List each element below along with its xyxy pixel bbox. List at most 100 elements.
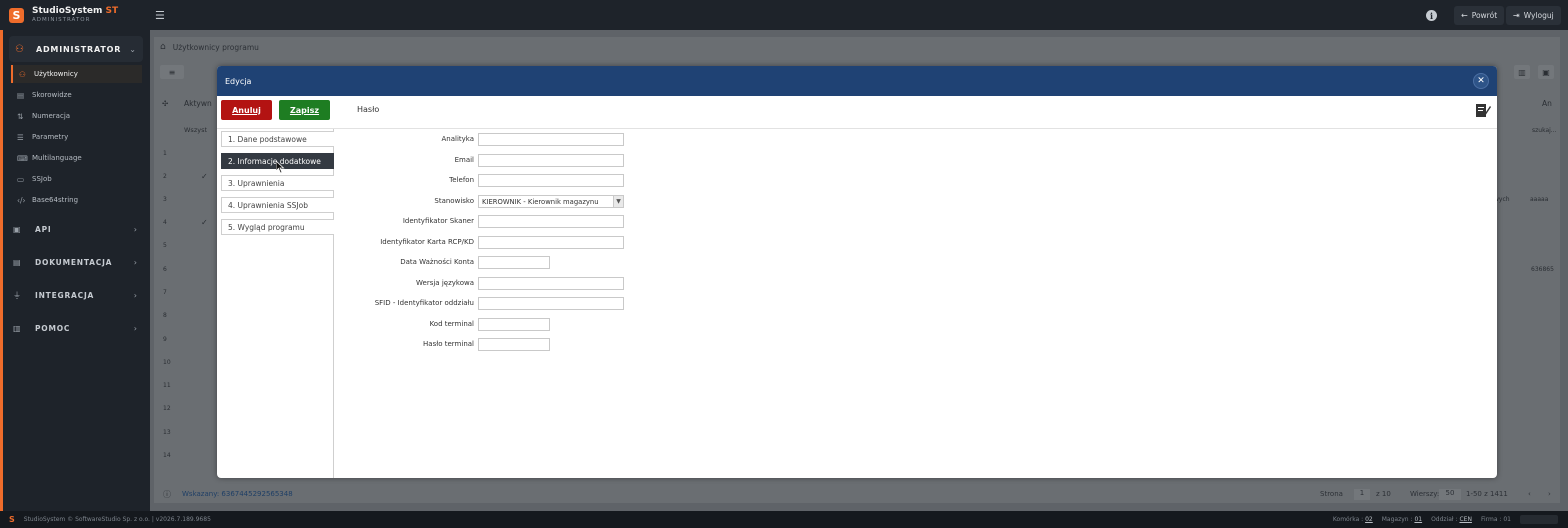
close-icon: ✕ xyxy=(1477,76,1485,86)
users-icon: ⚇ xyxy=(19,69,26,79)
tab-wyglad-programu[interactable]: 5. Wygląd programu xyxy=(221,219,334,235)
app-subtitle: ADMINISTRATOR xyxy=(32,16,91,23)
save-layout-icon[interactable]: ▣ xyxy=(1538,65,1554,79)
data-waznosci-input[interactable] xyxy=(478,256,550,269)
tab-list: 1. Dane podstawowe 2. Informacje dodatko… xyxy=(217,129,334,478)
arrow-left-icon: ← xyxy=(1461,11,1468,20)
sidebar-item-skorowidze[interactable]: ▤ Skorowidze xyxy=(11,86,142,104)
row-number: 12 xyxy=(163,405,171,412)
check-icon: ✓ xyxy=(201,172,208,181)
logout-button[interactable]: ⇥ Wyloguj xyxy=(1506,6,1561,25)
sidebar-section-integracja[interactable]: ⏚ INTEGRACJA › xyxy=(13,286,141,304)
cell-text: aaaaa xyxy=(1530,196,1549,203)
prev-page-icon[interactable]: ‹ xyxy=(1528,490,1531,498)
close-button[interactable]: ✕ xyxy=(1473,73,1489,89)
dialog-toolbar: Anuluj Zapisz Hasło xyxy=(217,96,1497,129)
info-icon[interactable]: i xyxy=(1426,10,1437,21)
sidebar-section-administrator[interactable]: ⚇ ADMINISTRATOR ⌄ xyxy=(9,36,143,62)
filter-aktywny[interactable]: Wszyst xyxy=(184,126,207,134)
footer-rows-select[interactable]: 50 xyxy=(1439,488,1461,500)
status-copyright: StudioSystem © SoftwareStudio Sp. z o.o.… xyxy=(23,516,211,523)
tab-uprawnienia-ssjob[interactable]: 4. Uprawnienia SSJob xyxy=(221,197,334,213)
kod-terminal-input[interactable] xyxy=(478,318,550,331)
sidebar-item-ssjob[interactable]: ▭ SSJob xyxy=(11,170,142,188)
top-bar: S StudioSystem ST ADMINISTRATOR ☰ i ← Pow… xyxy=(0,0,1568,30)
status-logo: S xyxy=(9,515,15,524)
columns-icon[interactable]: ▥ xyxy=(1514,65,1530,79)
stanowisko-select[interactable]: KIEROWNIK - Kierownik magazynu ▼ xyxy=(478,195,624,208)
haslo-terminal-input[interactable] xyxy=(478,338,550,351)
sfid-input[interactable] xyxy=(478,297,624,310)
karta-rcp-input[interactable] xyxy=(478,236,624,249)
status-komorka[interactable]: Komórka : 02 xyxy=(1333,516,1373,523)
field-label-telefon: Telefon xyxy=(449,176,474,184)
password-button[interactable]: Hasło xyxy=(357,105,379,114)
sidebar-section-pomoc[interactable]: ▥ POMOC › xyxy=(13,319,141,337)
pin-icon[interactable]: ✣ xyxy=(162,99,168,108)
row-number: 8 xyxy=(163,312,167,319)
document-sign-icon[interactable] xyxy=(1475,102,1491,118)
next-page-icon[interactable]: › xyxy=(1548,490,1551,498)
row-number: 11 xyxy=(163,382,171,389)
status-magazyn[interactable]: Magazyn : 01 xyxy=(1382,516,1422,523)
footer-page-input[interactable]: 1 xyxy=(1354,488,1370,500)
sidebar-item-multilanguage[interactable]: ⌨ Multilanguage xyxy=(11,149,142,167)
keyboard-icon: ⌨ xyxy=(17,153,28,163)
status-oddzial[interactable]: Oddział : CEN xyxy=(1431,516,1472,523)
chevron-right-icon: › xyxy=(133,323,137,333)
sidebar-section-dokumentacja[interactable]: ▤ DOKUMENTACJA › xyxy=(13,253,141,271)
field-label-identyfikator-skaner: Identyfikator Skaner xyxy=(402,217,474,225)
chevron-right-icon: › xyxy=(133,290,137,300)
home-icon[interactable]: ⌂ xyxy=(160,42,166,52)
row-number: 9 xyxy=(163,336,167,343)
row-number: 5 xyxy=(163,242,167,249)
field-label-stanowisko: Stanowisko xyxy=(434,197,474,205)
chevron-right-icon: › xyxy=(133,257,137,267)
code-icon: ‹/› xyxy=(17,195,26,205)
email-input[interactable] xyxy=(478,154,624,167)
identyfikator-skaner-input[interactable] xyxy=(478,215,624,228)
sidebar-item-base64string[interactable]: ‹/› Base64string xyxy=(11,191,142,209)
save-button[interactable]: Zapisz xyxy=(279,100,330,120)
logout-icon: ⇥ xyxy=(1513,11,1520,20)
sidebar-item-parametry[interactable]: ☰ Parametry xyxy=(11,128,142,146)
footer-range: 1-50 z 1411 xyxy=(1466,490,1508,498)
table-icon: ▤ xyxy=(17,90,25,100)
status-indicator xyxy=(1520,515,1558,524)
book-icon: ▤ xyxy=(13,257,21,267)
app-title: StudioSystem ST xyxy=(32,5,119,16)
back-button[interactable]: ← Powrót xyxy=(1454,6,1505,25)
menu-toggle-icon[interactable]: ☰ xyxy=(155,9,165,22)
app-logo[interactable]: S StudioSystem ST ADMINISTRATOR xyxy=(9,6,118,25)
status-bar: S StudioSystem © SoftwareStudio Sp. z o.… xyxy=(0,511,1568,528)
row-number: 4 xyxy=(163,219,167,226)
grid-menu-button[interactable]: ≡ xyxy=(160,65,184,79)
row-number: 1 xyxy=(163,150,167,157)
users-cog-icon: ⚇ xyxy=(15,43,24,55)
sidebar-item-uzytkownicy[interactable]: ⚇ Użytkownicy xyxy=(11,65,142,83)
telefon-input[interactable] xyxy=(478,174,624,187)
dropdown-arrow-icon[interactable]: ▼ xyxy=(613,196,623,207)
column-header-aktywny[interactable]: Aktywn xyxy=(184,99,212,108)
sidebar-section-api[interactable]: ▣ API › xyxy=(13,220,141,238)
analityka-input[interactable] xyxy=(478,133,624,146)
column-header-right[interactable]: An xyxy=(1542,99,1552,108)
check-icon: ✓ xyxy=(201,218,208,227)
dialog-header: Edycja ✕ xyxy=(217,66,1497,96)
help-book-icon: ▥ xyxy=(13,323,21,333)
field-label-wersja-jezykowa: Wersja językowa xyxy=(416,279,474,287)
cancel-button[interactable]: Anuluj xyxy=(221,100,272,120)
sidebar-item-numeracja[interactable]: ⇅ Numeracja xyxy=(11,107,142,125)
row-number: 2 xyxy=(163,173,167,180)
grid-footer: ⓘ Wskazany: 6367445292565348 Strona 1 z … xyxy=(154,485,1560,503)
mouse-cursor-icon xyxy=(276,161,285,174)
sort-icon: ⇅ xyxy=(17,111,24,121)
additional-info-form: Analityka Email Telefon Stanowisko KIERO… xyxy=(334,129,1497,478)
tab-uprawnienia[interactable]: 3. Uprawnienia xyxy=(221,175,334,191)
field-label-data-waznosci: Data Ważności Konta xyxy=(400,258,474,266)
wersja-jezykowa-input[interactable] xyxy=(478,277,624,290)
tab-dane-podstawowe[interactable]: 1. Dane podstawowe xyxy=(221,131,334,147)
filter-right[interactable]: szukaj... xyxy=(1532,127,1557,134)
status-firma[interactable]: Firma : 01 xyxy=(1481,516,1511,523)
footer-page-label: Strona xyxy=(1320,490,1343,498)
